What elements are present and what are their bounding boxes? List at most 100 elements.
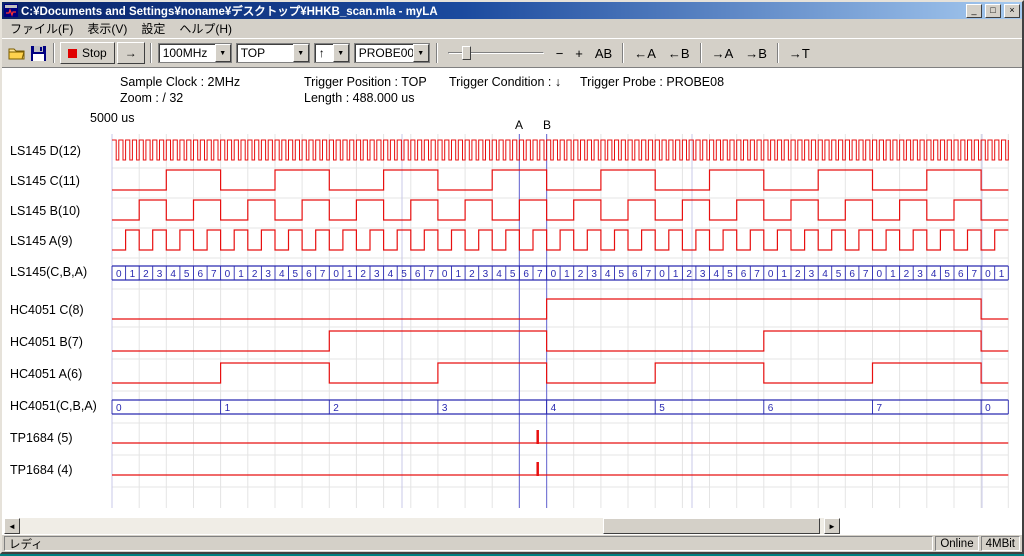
chevron-down-icon[interactable]: ▼ bbox=[413, 44, 429, 62]
svg-text:2: 2 bbox=[333, 403, 339, 414]
zoom-info: Zoom : / 32 bbox=[120, 91, 183, 105]
trigger-edge-select[interactable]: ↑ ▼ bbox=[314, 43, 350, 63]
menu-settings[interactable]: 設定 bbox=[134, 18, 172, 39]
svg-text:0: 0 bbox=[877, 269, 883, 280]
goto-b-right-button[interactable]: →B bbox=[739, 44, 773, 63]
toolbar: Stop → 100MHz ▼ TOP ▼ ↑ ▼ PROBE00 ▼ − + … bbox=[2, 38, 1022, 67]
svg-text:0: 0 bbox=[985, 269, 991, 280]
trigger-probe-info: Trigger Probe : PROBE08 bbox=[580, 75, 724, 89]
toolbar-separator bbox=[622, 43, 624, 63]
trigger-edge-value: ↑ bbox=[315, 46, 333, 60]
svg-text:6: 6 bbox=[768, 403, 774, 414]
title-bar: C:¥Documents and Settings¥noname¥デスクトップ¥… bbox=[2, 2, 1022, 19]
cursor-b-label[interactable]: B bbox=[540, 118, 554, 132]
trigger-position-select[interactable]: TOP ▼ bbox=[236, 43, 310, 63]
svg-text:7: 7 bbox=[863, 269, 869, 280]
svg-text:0: 0 bbox=[225, 269, 231, 280]
svg-text:3: 3 bbox=[442, 403, 448, 414]
trigger-probe-select[interactable]: PROBE00 ▼ bbox=[354, 43, 430, 63]
svg-text:1: 1 bbox=[564, 269, 570, 280]
svg-text:0: 0 bbox=[442, 269, 448, 280]
svg-text:5: 5 bbox=[619, 269, 625, 280]
goto-a-left-button[interactable]: ←A bbox=[628, 44, 662, 63]
chevron-down-icon[interactable]: ▼ bbox=[293, 44, 309, 62]
cursor-a-label[interactable]: A bbox=[512, 118, 526, 132]
svg-text:0: 0 bbox=[551, 269, 557, 280]
scrollbar-track[interactable] bbox=[20, 518, 824, 534]
svg-text:0: 0 bbox=[116, 269, 122, 280]
open-file-button[interactable] bbox=[5, 42, 27, 64]
svg-text:2: 2 bbox=[795, 269, 801, 280]
svg-text:5: 5 bbox=[944, 269, 950, 280]
svg-text:2: 2 bbox=[143, 269, 149, 280]
svg-text:0: 0 bbox=[659, 269, 665, 280]
menu-help[interactable]: ヘルプ(H) bbox=[172, 18, 239, 39]
svg-text:1: 1 bbox=[456, 269, 462, 280]
toolbar-separator bbox=[777, 43, 779, 63]
stop-label: Stop bbox=[82, 46, 107, 60]
goto-trigger-button[interactable]: →T bbox=[783, 44, 816, 63]
scroll-left-icon[interactable]: ◄ bbox=[4, 518, 20, 534]
goto-a-right-button[interactable]: →A bbox=[706, 44, 740, 63]
run-arrow-icon: → bbox=[125, 46, 137, 60]
waveform-plot[interactable]: 0123456701234567012345670123456701234567… bbox=[2, 132, 1018, 512]
zoom-slider[interactable] bbox=[448, 43, 544, 63]
zoom-in-button[interactable]: + bbox=[569, 44, 589, 63]
svg-text:0: 0 bbox=[768, 269, 774, 280]
zoom-out-button[interactable]: − bbox=[550, 44, 570, 63]
svg-text:7: 7 bbox=[754, 269, 760, 280]
toolbar-separator bbox=[436, 43, 438, 63]
svg-text:0: 0 bbox=[985, 403, 991, 414]
svg-text:3: 3 bbox=[157, 269, 163, 280]
scrollbar-thumb[interactable] bbox=[603, 518, 820, 534]
chevron-down-icon[interactable]: ▼ bbox=[215, 44, 231, 62]
ab-range-button[interactable]: AB bbox=[589, 44, 618, 63]
svg-text:4: 4 bbox=[279, 269, 285, 280]
slider-thumb[interactable] bbox=[462, 46, 471, 60]
svg-text:4: 4 bbox=[170, 269, 176, 280]
svg-text:2: 2 bbox=[360, 269, 366, 280]
menu-view[interactable]: 表示(V) bbox=[80, 18, 134, 39]
run-button[interactable]: → bbox=[117, 42, 145, 64]
stop-button[interactable]: Stop bbox=[60, 42, 115, 64]
svg-text:4: 4 bbox=[388, 269, 394, 280]
status-ready: レディ bbox=[4, 536, 933, 551]
svg-text:6: 6 bbox=[741, 269, 747, 280]
status-memory: 4MBit bbox=[981, 536, 1020, 551]
minimize-button[interactable]: _ bbox=[966, 4, 982, 18]
svg-text:6: 6 bbox=[415, 269, 421, 280]
svg-text:1: 1 bbox=[781, 269, 787, 280]
svg-text:1: 1 bbox=[130, 269, 136, 280]
svg-text:7: 7 bbox=[320, 269, 326, 280]
menu-file[interactable]: ファイル(F) bbox=[3, 18, 80, 39]
trigger-position-info: Trigger Position : TOP bbox=[304, 75, 427, 89]
maximize-button[interactable]: □ bbox=[985, 4, 1001, 18]
svg-text:3: 3 bbox=[809, 269, 815, 280]
toolbar-separator bbox=[150, 43, 152, 63]
svg-text:7: 7 bbox=[537, 269, 543, 280]
svg-text:3: 3 bbox=[483, 269, 489, 280]
sample-clock-select[interactable]: 100MHz ▼ bbox=[158, 43, 232, 63]
svg-text:6: 6 bbox=[632, 269, 638, 280]
horizontal-scrollbar[interactable]: ◄ ► bbox=[4, 518, 840, 534]
app-icon bbox=[4, 4, 18, 17]
chevron-down-icon[interactable]: ▼ bbox=[333, 44, 349, 62]
svg-text:1: 1 bbox=[238, 269, 244, 280]
svg-text:6: 6 bbox=[958, 269, 964, 280]
toolbar-separator bbox=[700, 43, 702, 63]
close-button[interactable]: × bbox=[1004, 4, 1020, 18]
scroll-right-icon[interactable]: ► bbox=[824, 518, 840, 534]
trigger-probe-value: PROBE00 bbox=[355, 46, 413, 60]
window-title: C:¥Documents and Settings¥noname¥デスクトップ¥… bbox=[21, 3, 963, 19]
svg-text:7: 7 bbox=[646, 269, 652, 280]
svg-text:3: 3 bbox=[917, 269, 923, 280]
open-folder-icon bbox=[8, 46, 25, 60]
svg-text:3: 3 bbox=[591, 269, 597, 280]
svg-text:4: 4 bbox=[605, 269, 611, 280]
save-button[interactable] bbox=[27, 42, 49, 64]
goto-b-left-button[interactable]: ←B bbox=[662, 44, 696, 63]
svg-text:6: 6 bbox=[523, 269, 529, 280]
svg-text:7: 7 bbox=[428, 269, 434, 280]
app-window: C:¥Documents and Settings¥noname¥デスクトップ¥… bbox=[0, 0, 1024, 554]
floppy-icon bbox=[31, 46, 46, 61]
